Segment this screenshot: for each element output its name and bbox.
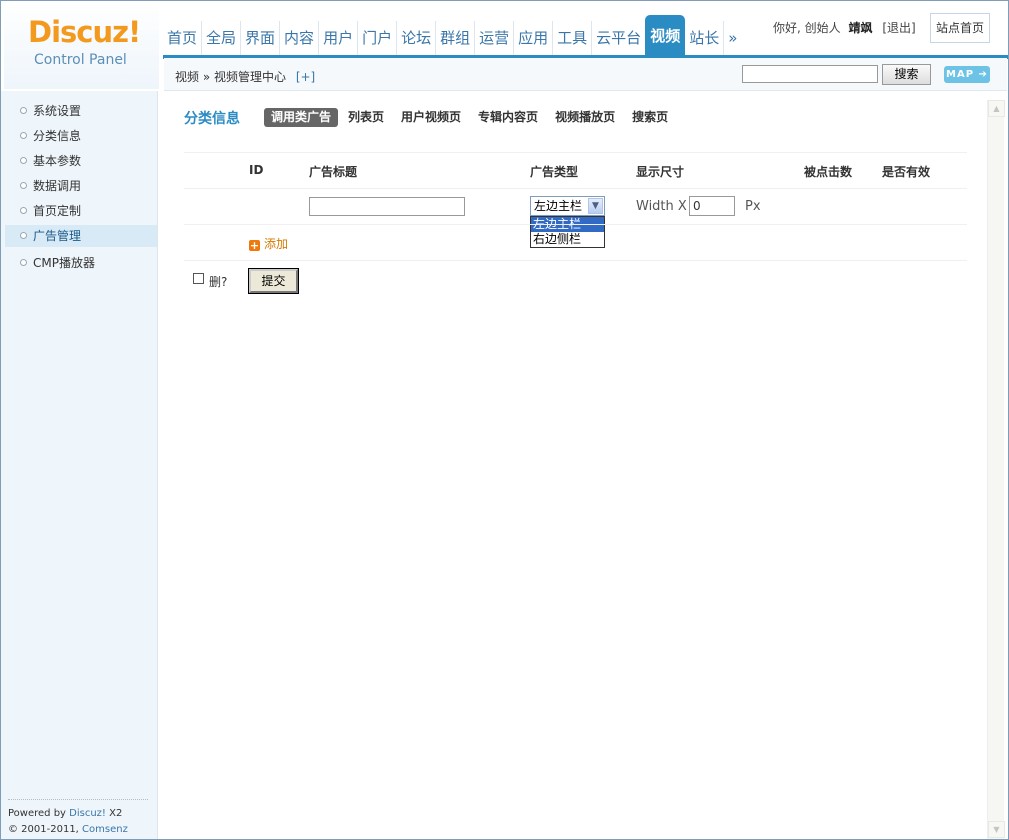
circle-bullet-icon [20,232,27,239]
main-content: 分类信息 调用类广告 列表页 用户视频页 专辑内容页 视频播放页 搜索页 ID … [164,92,987,839]
nav-forum[interactable]: 论坛 [396,21,435,55]
circle-bullet-icon [20,207,27,214]
scroll-down-icon[interactable]: ▼ [988,821,1005,838]
ad-type-dropdown: 左边主栏 右边侧栏 [530,216,605,248]
plus-icon: + [249,239,260,252]
sidebar-item-category[interactable]: 分类信息 [5,125,157,147]
nav-style[interactable]: 界面 [240,21,279,55]
site-home-button[interactable]: 站点首页 [930,13,990,43]
logout-link[interactable]: [退出] [882,21,915,35]
greeting: 你好, 创始人 [773,21,841,35]
logo-subtitle: Control Panel [34,52,127,68]
breadcrumb-text: 视频 » 视频管理中心 [175,70,286,84]
circle-bullet-icon [20,132,27,139]
search-button[interactable]: 搜索 [882,64,931,85]
logo[interactable]: Discuz! Control Panel [4,1,159,89]
map-button[interactable]: MAP ➔ [944,66,990,83]
width-input[interactable]: 0 [689,196,735,216]
tab-search-page[interactable]: 搜索页 [625,108,675,127]
circle-bullet-icon [20,259,27,266]
col-header-id: ID [249,163,264,177]
nav-group[interactable]: 群组 [435,21,474,55]
logo-text: Discuz! [28,15,141,49]
scroll-up-icon[interactable]: ▲ [988,100,1005,117]
sidebar-item-label: CMP播放器 [33,256,95,270]
px-label: Px [745,199,761,214]
tab-list-page[interactable]: 列表页 [341,108,391,127]
sub-tabs: 调用类广告 列表页 用户视频页 专辑内容页 视频播放页 搜索页 [264,108,678,127]
sidebar-item-data-call[interactable]: 数据调用 [5,175,157,197]
table-divider [184,224,967,225]
nav-content[interactable]: 内容 [279,21,318,55]
width-label: Width X [636,199,687,214]
chevron-down-icon[interactable]: ▼ [588,198,603,214]
circle-bullet-icon [20,157,27,164]
table-divider [184,152,967,153]
discuz-link[interactable]: Discuz! [69,808,106,819]
delete-label: 删? [209,275,228,289]
tab-user-video-page[interactable]: 用户视频页 [394,108,468,127]
sidebar-item-label: 分类信息 [33,129,82,143]
sidebar-item-label: 系统设置 [33,104,82,118]
add-label: 添加 [264,237,289,251]
sidebar-item-cmp-player[interactable]: CMP播放器 [5,252,157,274]
nav-cloud[interactable]: 云平台 [591,21,645,55]
sidebar-item-label: 数据调用 [33,179,82,193]
top-nav: 首页 全局 界面 内容 用户 门户 论坛 群组 运营 应用 工具 云平台 视频 … [163,15,741,55]
copyright: © 2001-2011, Comsenz Inc. [8,822,148,840]
col-header-valid: 是否有效 [882,165,931,179]
user-info: 你好, 创始人 靖飒 [退出] [773,19,916,36]
nav-home[interactable]: 首页 [163,21,201,55]
sidebar-item-label: 基本参数 [33,154,82,168]
section-title: 分类信息 [184,111,240,127]
sidebar-item-ad-manage[interactable]: 广告管理 [5,225,157,247]
col-header-type: 广告类型 [530,165,579,179]
nav-portal[interactable]: 门户 [357,21,396,55]
sidebar-item-basic-params[interactable]: 基本参数 [5,150,157,172]
ad-type-select[interactable]: 左边主栏 ▼ [530,196,605,216]
tab-play-page[interactable]: 视频播放页 [548,108,622,127]
col-header-size: 显示尺寸 [636,165,685,179]
sidebar: 系统设置 分类信息 基本参数 数据调用 首页定制 广告管理 CMP播放器 Pow… [1,91,158,839]
vertical-scrollbar[interactable]: ▲ ▼ [987,100,1005,839]
sub-bar: 视频 » 视频管理中心 [+] 搜索 MAP ➔ [164,58,1007,91]
search-input[interactable] [742,65,878,83]
add-favorite-link[interactable]: [+] [296,70,315,84]
tab-album-page[interactable]: 专辑内容页 [471,108,545,127]
sidebar-item-homepage-custom[interactable]: 首页定制 [5,200,157,222]
nav-tools[interactable]: 工具 [552,21,591,55]
table-divider [184,260,967,261]
circle-bullet-icon [20,107,27,114]
tab-call-ads[interactable]: 调用类广告 [264,108,339,127]
sidebar-item-label: 首页定制 [33,204,82,218]
add-row-link[interactable]: + 添加 [249,235,288,252]
sidebar-item-label: 广告管理 [33,229,82,243]
nav-more[interactable]: » [723,21,741,55]
breadcrumb: 视频 » 视频管理中心 [+] [175,68,315,85]
circle-bullet-icon [20,182,27,189]
delete-all-checkbox[interactable] [193,273,204,284]
powered-by: Powered by Discuz! X2 [8,808,123,819]
username: 靖飒 [848,21,873,35]
nav-founder[interactable]: 站长 [685,21,723,55]
col-header-clicks: 被点击数 [804,165,853,179]
nav-global[interactable]: 全局 [201,21,240,55]
nav-operation[interactable]: 运营 [474,21,513,55]
nav-user[interactable]: 用户 [318,21,357,55]
submit-button[interactable]: 提交 [248,268,299,294]
col-header-title: 广告标题 [309,165,358,179]
sidebar-item-system[interactable]: 系统设置 [5,100,157,122]
nav-video[interactable]: 视频 [645,15,686,55]
ad-type-option-right[interactable]: 右边侧栏 [531,232,604,247]
nav-plugin[interactable]: 应用 [513,21,552,55]
footer-copyright: Powered by Discuz! X2 © 2001-2011, Comse… [8,799,148,840]
table-divider [184,188,967,189]
ad-type-selected: 左边主栏 [534,199,583,213]
ad-title-input[interactable] [309,197,465,216]
